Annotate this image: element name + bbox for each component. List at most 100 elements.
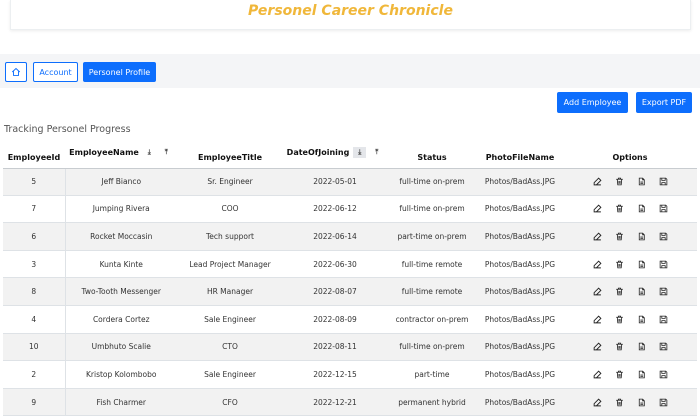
cell-status: full-time remote [387,277,477,306]
edit-button[interactable] [590,174,604,188]
save-icon [659,370,667,379]
cell-date-of-joining: 2022-08-07 [283,277,387,306]
cell-photo-file-name: Photos/BadAss.JPG [477,222,563,251]
cell-status: permanent hybrid [387,388,477,416]
save-button[interactable] [656,285,670,299]
edit-button[interactable] [590,312,604,326]
save-icon [659,260,667,268]
edit-button[interactable] [590,257,604,271]
cell-status: part-time [387,360,477,389]
cell-employee-title: Tech support [177,222,283,251]
sort-descending-icon[interactable]: ⤒ [370,147,383,158]
document-icon [638,315,645,324]
cell-date-of-joining: 2022-05-01 [283,168,387,196]
trash-icon [615,177,623,186]
cell-options [563,388,697,416]
delete-button[interactable] [612,312,626,326]
add-employee-button[interactable]: Add Employee [557,92,628,113]
edit-icon [593,370,602,379]
trash-icon [615,232,623,241]
cell-date-of-joining: 2022-08-09 [283,305,387,334]
table-row: 8 Two-Tooth Messenger HR Manager 2022-08… [3,277,697,306]
view-button[interactable] [634,202,648,216]
cell-options [563,333,697,362]
sort-ascending-icon[interactable]: ⤓ [143,147,156,158]
sort-ascending-icon[interactable]: ⤓ [353,146,367,158]
delete-button[interactable] [612,257,626,271]
home-icon [11,67,21,76]
cell-options [563,250,697,279]
cell-employee-id: 8 [3,277,66,306]
delete-button[interactable] [612,229,626,243]
cell-date-of-joining: 2022-06-30 [283,250,387,279]
view-button[interactable] [634,257,648,271]
delete-button[interactable] [612,340,626,354]
cell-employee-name: Jumping Rivera [65,195,177,224]
document-icon [638,260,645,268]
cell-employee-id: 5 [3,168,66,196]
save-button[interactable] [656,367,670,381]
cell-employee-name: Jeff Bianco [65,168,177,196]
document-icon [638,232,645,241]
cell-status: full-time on-prem [387,168,477,196]
save-button[interactable] [656,229,670,243]
cell-employee-name: Fish Charmer [65,388,177,416]
employee-table: EmployeeId EmployeeName ⤓ ⤒ EmployeeTitl… [3,146,697,416]
personel-profile-button[interactable]: Personel Profile [83,62,156,82]
cell-options [563,305,697,334]
save-button[interactable] [656,257,670,271]
save-button[interactable] [656,312,670,326]
table-row: 3 Kunta Kinte Lead Project Manager 2022-… [3,250,697,279]
delete-button[interactable] [612,202,626,216]
view-button[interactable] [634,367,648,381]
view-button[interactable] [634,340,648,354]
save-button[interactable] [656,202,670,216]
cell-date-of-joining: 2022-12-21 [283,388,387,416]
cell-photo-file-name: Photos/BadAss.JPG [477,250,563,279]
view-button[interactable] [634,174,648,188]
export-pdf-button[interactable]: Export PDF [636,92,692,113]
save-button[interactable] [656,174,670,188]
account-button[interactable]: Account [33,62,78,82]
delete-button[interactable] [612,395,626,409]
trash-icon [615,370,623,379]
delete-button[interactable] [612,174,626,188]
view-button[interactable] [634,285,648,299]
save-button[interactable] [656,395,670,409]
cell-employee-name: Umbhuto Scalie [65,333,177,362]
edit-button[interactable] [590,340,604,354]
edit-button[interactable] [590,229,604,243]
cell-employee-title: COO [177,195,283,224]
save-button[interactable] [656,340,670,354]
trash-icon [615,287,623,296]
cell-photo-file-name: Photos/BadAss.JPG [477,360,563,389]
view-button[interactable] [634,229,648,243]
save-icon [659,232,667,241]
cell-employee-name: Two-Tooth Messenger [65,277,177,306]
edit-button[interactable] [590,367,604,381]
header-options: Options [612,152,648,162]
document-icon [638,398,645,406]
view-button[interactable] [634,312,648,326]
edit-button[interactable] [590,202,604,216]
edit-icon [593,260,602,268]
table-row: 5 Jeff Bianco Sr. Engineer 2022-05-01 fu… [3,168,697,196]
table-caption: Tracking Personel Progress [4,124,131,135]
cell-employee-id: 2 [3,360,66,389]
view-button[interactable] [634,395,648,409]
trash-icon [615,343,623,351]
edit-button[interactable] [590,285,604,299]
cell-options [563,168,697,196]
edit-icon [593,287,602,296]
table-row: 2 Kristop Kolombobo Sale Engineer 2022-1… [3,360,697,389]
edit-button[interactable] [590,395,604,409]
delete-button[interactable] [612,285,626,299]
cell-employee-id: 10 [3,333,66,362]
cell-options [563,195,697,224]
edit-icon [593,204,602,213]
sort-descending-icon[interactable]: ⤒ [160,147,173,158]
table-row: 6 Rocket Moccasin Tech support 2022-06-1… [3,222,697,251]
save-icon [659,177,667,186]
home-button[interactable] [5,62,27,82]
delete-button[interactable] [612,367,626,381]
